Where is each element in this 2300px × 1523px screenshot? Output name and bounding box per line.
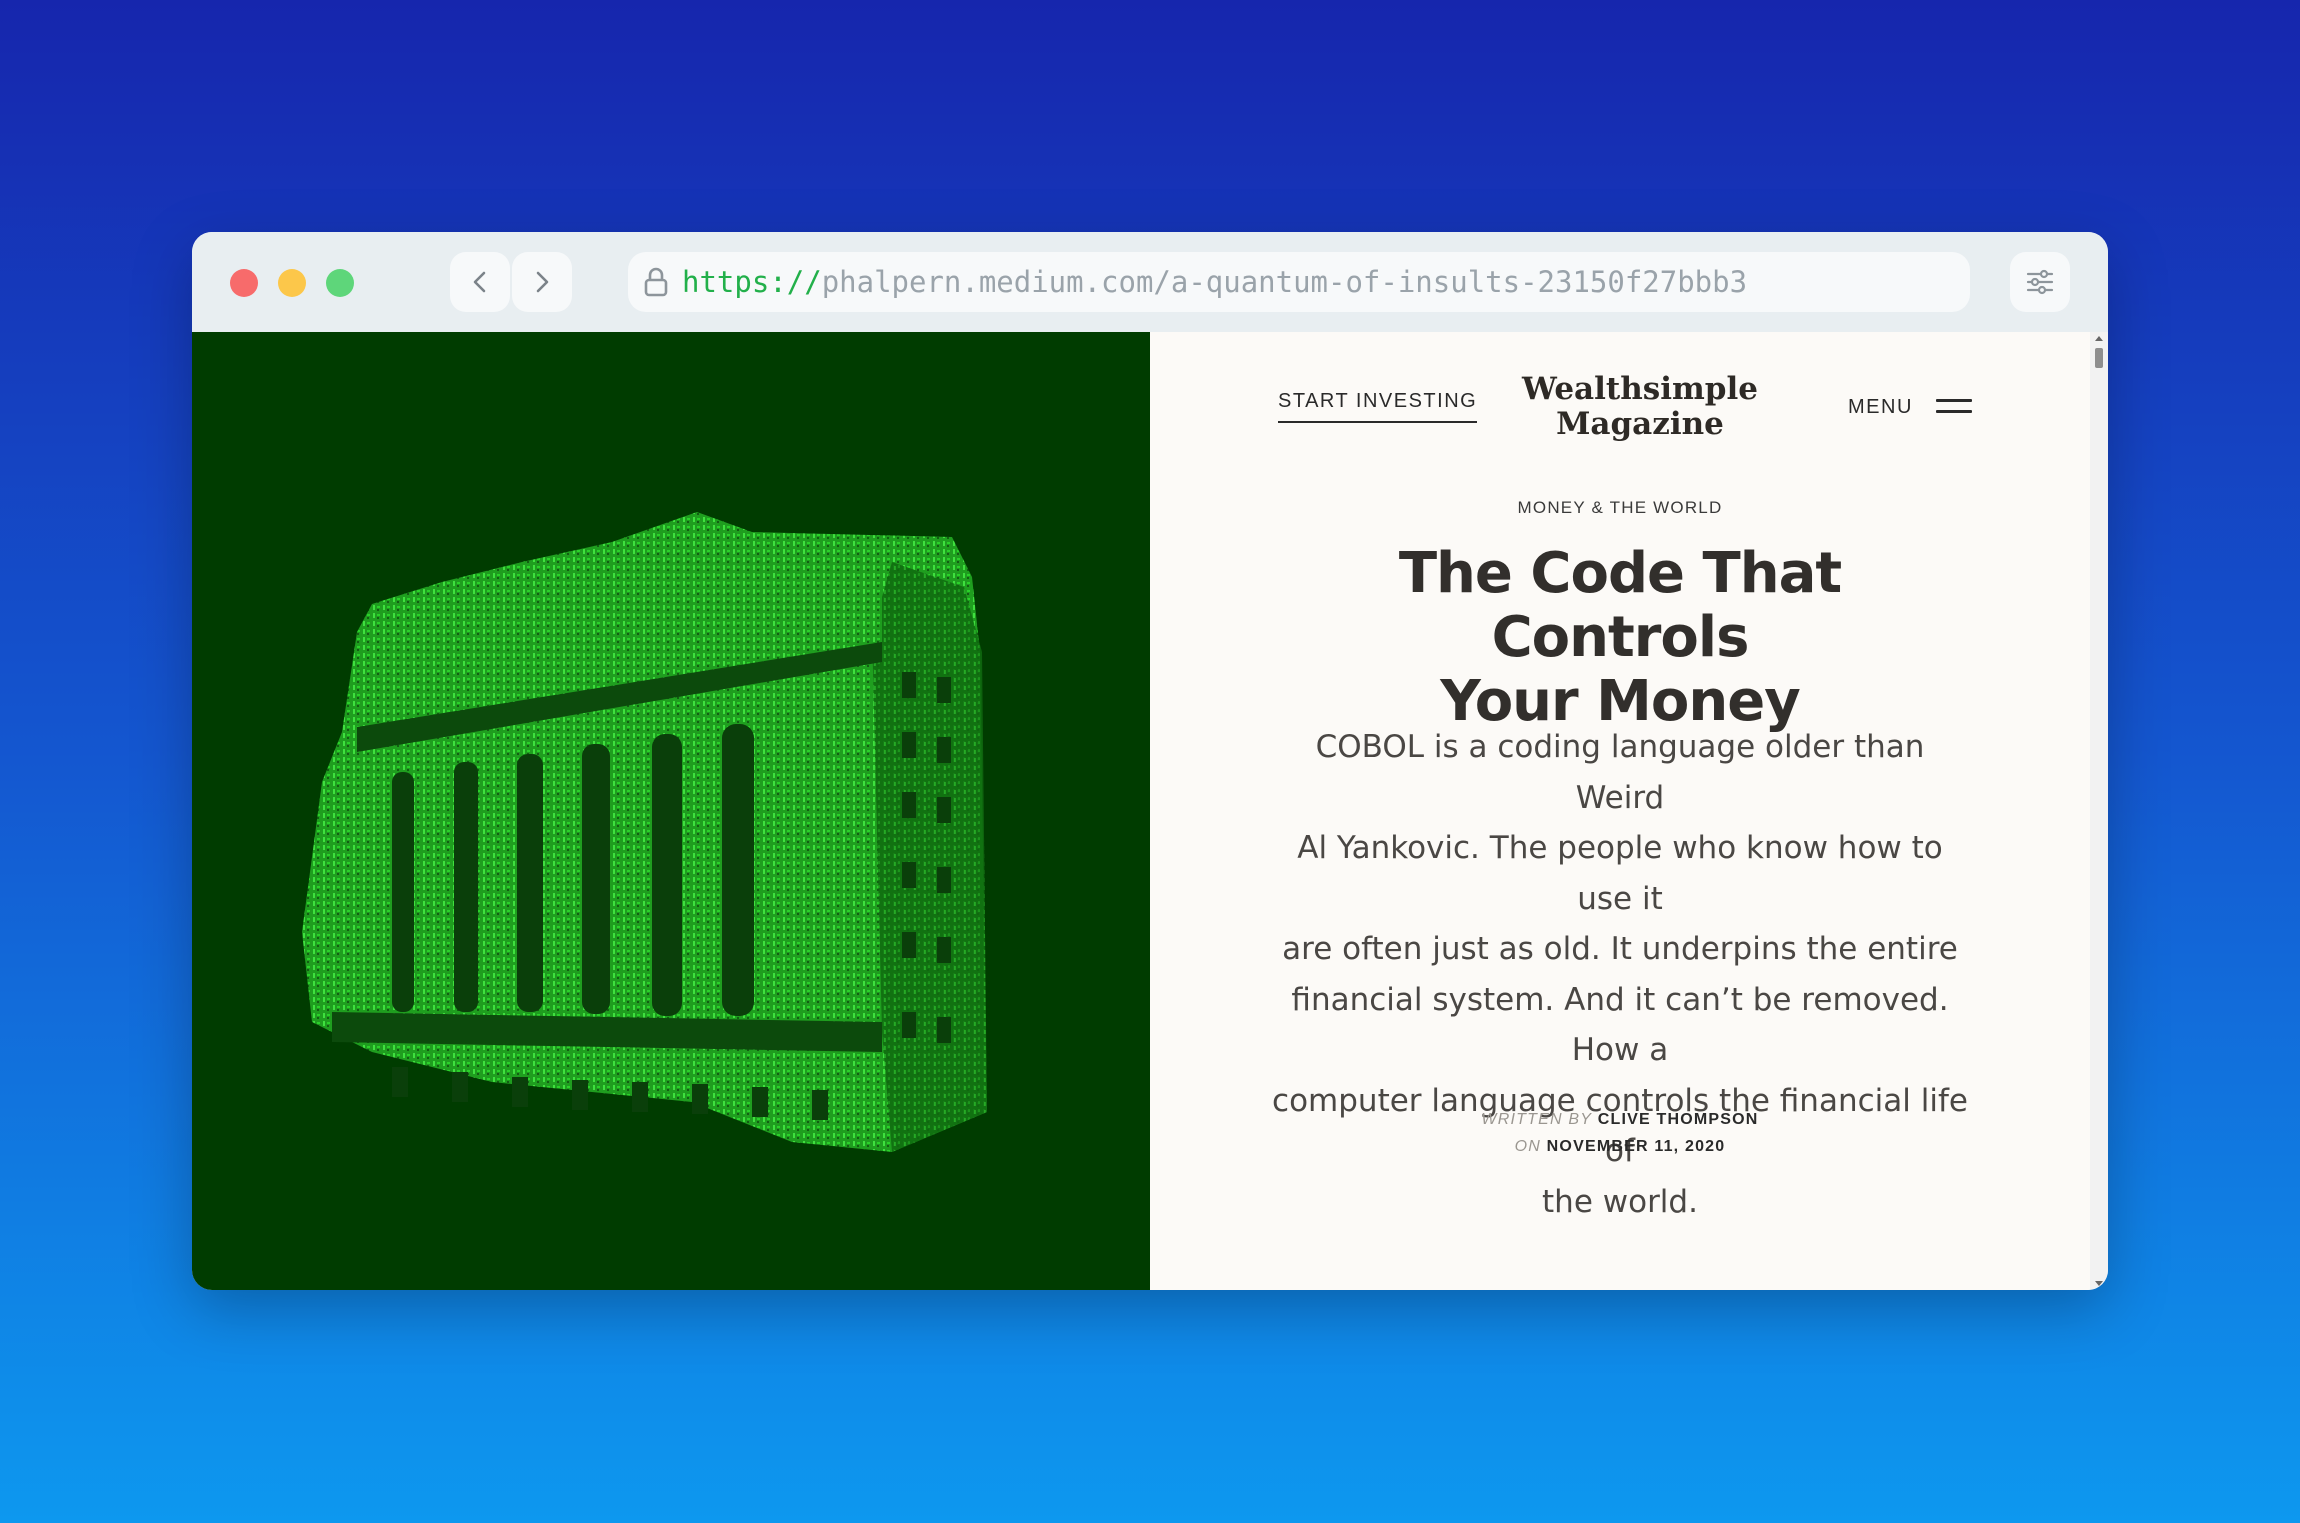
dek-line: Al Yankovic. The people who know how to … [1297, 830, 1943, 917]
chevron-left-icon [473, 271, 486, 293]
dek-line: are often just as old. It underpins the … [1282, 931, 1958, 967]
url-path: phalpern.medium.com/a-quantum-of-insults… [821, 265, 1748, 299]
page-scrollbar[interactable] [2090, 332, 2108, 1290]
on-label: ON [1514, 1138, 1542, 1155]
minimize-window-button[interactable] [278, 269, 306, 297]
hamburger-menu-icon[interactable] [1936, 396, 1972, 416]
browser-toolbar: https://phalpern.medium.com/a-quantum-of… [192, 232, 2108, 332]
browser-window: https://phalpern.medium.com/a-quantum-of… [192, 232, 2108, 1290]
back-button[interactable] [450, 252, 510, 312]
url-text: https://phalpern.medium.com/a-quantum-of… [682, 252, 1747, 312]
article-panel: START INVESTING Wealthsimple Magazine ME… [1150, 332, 2090, 1290]
nyse-building-matrix-image-icon [302, 512, 987, 1152]
author-name[interactable]: CLIVE THOMPSON [1598, 1111, 1759, 1128]
settings-button[interactable] [2010, 252, 2070, 312]
dek-line: COBOL is a coding language older than We… [1315, 729, 1925, 816]
publish-date: NOVEMBER 11, 2020 [1546, 1138, 1726, 1155]
address-bar[interactable]: https://phalpern.medium.com/a-quantum-of… [628, 252, 1970, 312]
scrollbar-thumb[interactable] [2095, 348, 2103, 368]
hero-image [192, 332, 1150, 1290]
site-logo[interactable]: Wealthsimple Magazine [1490, 372, 1790, 442]
scroll-down-arrow-icon[interactable] [2095, 1281, 2103, 1286]
article-headline: The Code That Controls Your Money [1270, 542, 1970, 734]
headline-line-1: The Code That Controls [1398, 541, 1842, 670]
start-investing-link[interactable]: START INVESTING [1278, 390, 1478, 423]
dek-line: financial system. And it can’t be remove… [1291, 981, 1949, 1069]
url-scheme: https:// [682, 265, 822, 299]
web-content: START INVESTING Wealthsimple Magazine ME… [192, 332, 2108, 1290]
lock-icon [644, 267, 668, 297]
scroll-up-arrow-icon[interactable] [2095, 336, 2103, 341]
close-window-button[interactable] [230, 269, 258, 297]
written-by-label: WRITTEN BY [1481, 1111, 1593, 1128]
chevron-right-icon [536, 271, 549, 293]
menu-label[interactable]: MENU [1848, 396, 1913, 419]
brand-line-1: Wealthsimple [1522, 371, 1758, 407]
forward-button[interactable] [512, 252, 572, 312]
maximize-window-button[interactable] [326, 269, 354, 297]
article-category[interactable]: MONEY & THE WORLD [1150, 498, 2090, 518]
dek-line: the world. [1542, 1183, 1698, 1220]
sliders-icon [2026, 269, 2054, 295]
brand-line-2: Magazine [1556, 406, 1724, 442]
article-byline: WRITTEN BY CLIVE THOMPSON ON NOVEMBER 11… [1150, 1106, 2090, 1160]
